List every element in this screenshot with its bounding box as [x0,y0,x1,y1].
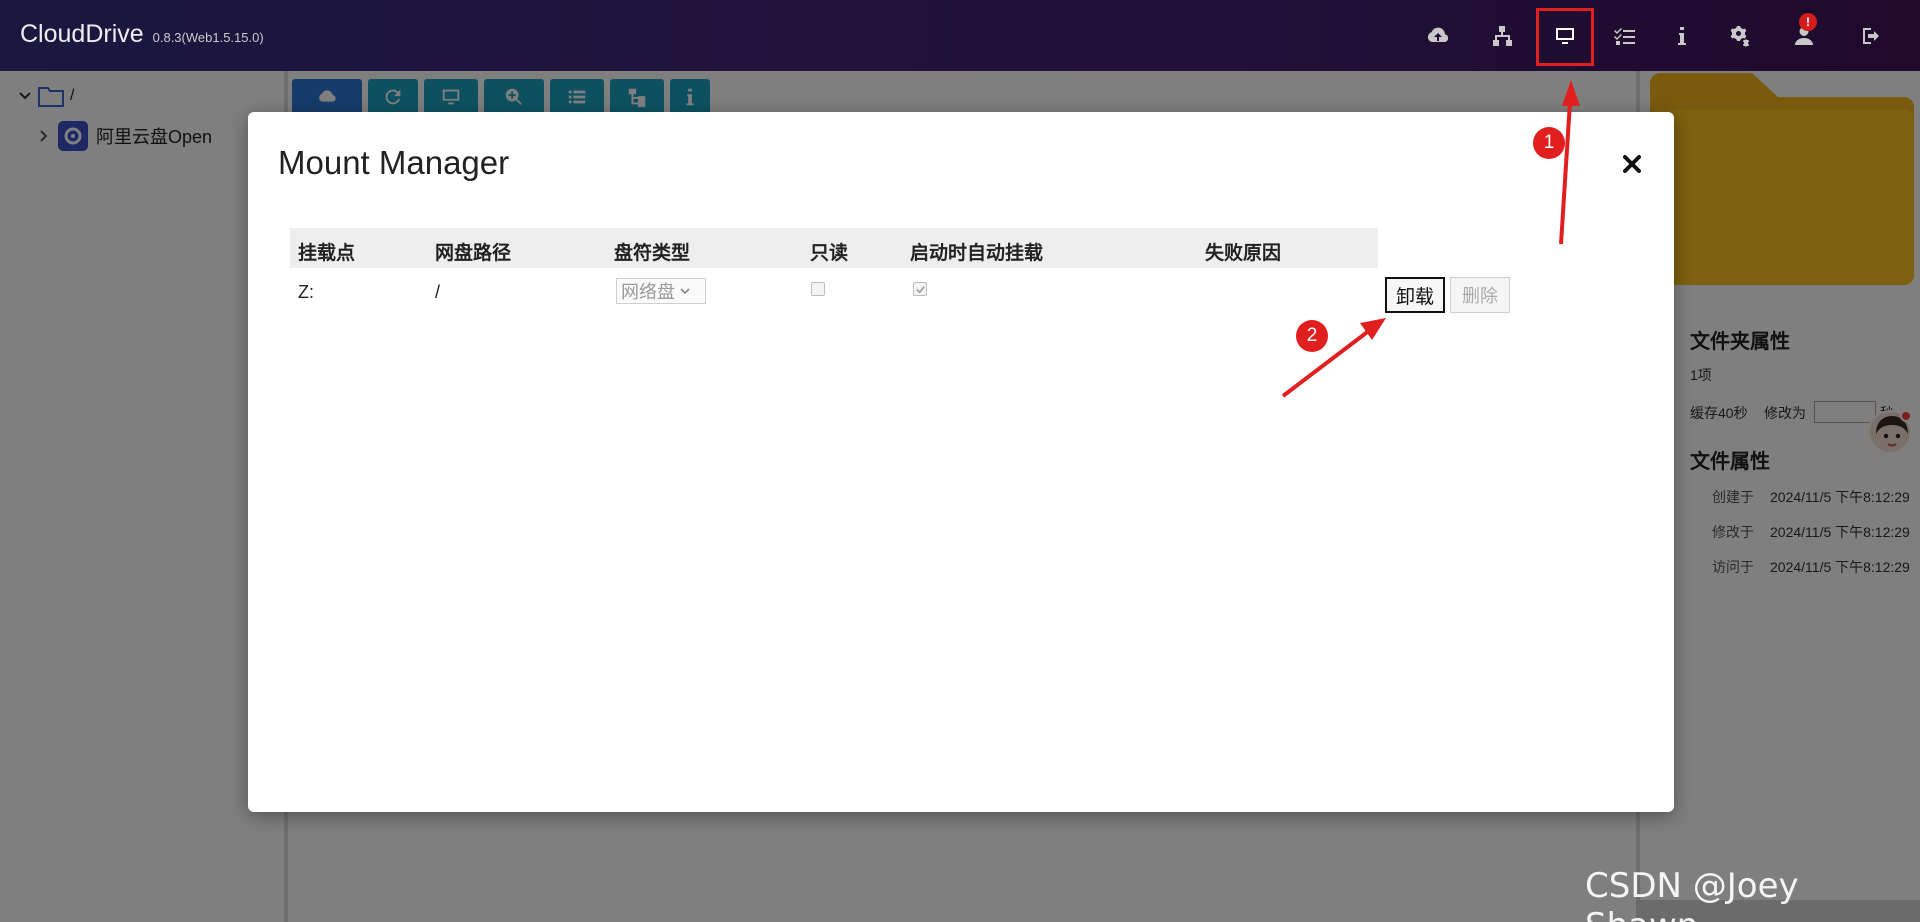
drive-type-value: 网络盘 [621,282,675,302]
table-header: 挂载点 网盘路径 盘符类型 只读 启动时自动挂载 失败原因 [290,228,1378,268]
settings-icon[interactable] [1720,17,1758,55]
chevron-down-icon [680,288,690,295]
mount-manager-dialog: Mount Manager 挂载点 网盘路径 盘符类型 只读 启动时自动挂载 失… [248,112,1674,812]
network-icon[interactable] [1483,17,1521,55]
annotation-step-1: 1 [1533,127,1565,159]
read-only-checkbox[interactable] [811,282,825,296]
close-icon[interactable] [1620,152,1644,176]
top-navbar: CloudDrive 0.8.3(Web1.5.15.0) ! [0,0,1920,71]
column-drive-type: 盘符类型 [614,243,691,264]
logout-icon[interactable] [1852,17,1890,55]
watermark: CSDN @Joey Shawn [1585,866,1799,922]
dialog-title: Mount Manager [278,144,510,181]
delete-button[interactable]: 删除 [1450,277,1510,313]
column-drive-path: 网盘路径 [435,243,512,264]
task-list-icon[interactable] [1606,17,1644,55]
unmount-button[interactable]: 卸载 [1385,277,1445,313]
cloud-upload-icon[interactable] [1419,17,1457,55]
info-icon[interactable] [1663,17,1701,55]
drive-type-select[interactable]: 网络盘 [616,278,706,304]
column-auto-mount: 启动时自动挂载 [910,243,1044,264]
annotation-highlight-box [1536,8,1594,66]
column-mount-point: 挂载点 [298,243,356,264]
mount-point-value: Z: [298,282,314,302]
version-label: 0.8.3(Web1.5.15.0) [152,30,264,45]
column-read-only: 只读 [810,243,849,264]
checkmark-icon [915,285,925,294]
drive-path-value: / [435,282,441,302]
brand[interactable]: CloudDrive 0.8.3(Web1.5.15.0) [20,20,264,49]
brand-name: CloudDrive [20,20,144,48]
user-icon[interactable]: ! [1785,13,1823,55]
notification-badge: ! [1799,13,1817,31]
annotation-step-2: 2 [1296,320,1328,352]
auto-mount-checkbox[interactable] [913,282,927,296]
column-failure-reason: 失败原因 [1205,243,1282,264]
